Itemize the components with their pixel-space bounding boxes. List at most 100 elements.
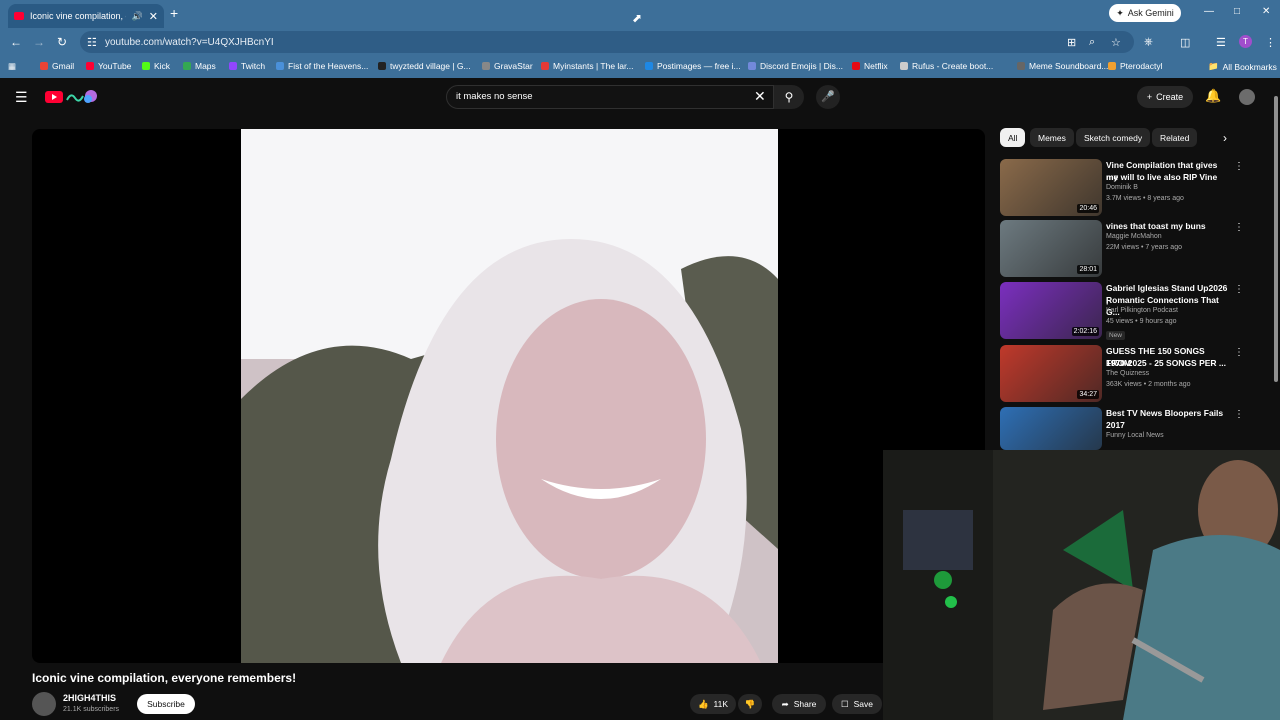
bookmark-label: Postimages — free i... [657, 61, 741, 71]
maximize-icon[interactable]: □ [1234, 6, 1240, 17]
rec-more-options-icon[interactable]: ⋮ [1234, 347, 1244, 358]
hamburger-menu-icon[interactable]: ☰ [15, 89, 28, 106]
save-button[interactable]: ☐ Save [832, 694, 882, 714]
rec-title-line2[interactable]: my will to live also RIP Vine [1106, 171, 1230, 183]
rec-duration: 20:46 [1077, 204, 1099, 213]
rec-title-line2[interactable]: Romantic Connections That G... [1106, 294, 1230, 318]
bookmark-label: Pterodactyl [1120, 61, 1163, 71]
bookmark-favicon-icon [142, 62, 150, 70]
tab-title: Iconic vine compilation, ev... [30, 11, 126, 21]
bookmark-item[interactable]: Myinstants | The lar... [541, 61, 633, 71]
rec-meta: 3.7M views • 8 years ago [1106, 195, 1184, 202]
menu-kebab-icon[interactable]: ⋮ [1265, 36, 1276, 49]
zoom-icon[interactable]: ⌕ [1089, 36, 1095, 49]
bookmark-item[interactable]: Gmail [40, 61, 74, 71]
bookmark-favicon-icon [183, 62, 191, 70]
rec-channel[interactable]: Maggie McMahon [1106, 233, 1162, 240]
search-button[interactable]: ⚲ [774, 85, 804, 109]
extensions-icon[interactable]: ⎈ [1144, 36, 1153, 49]
all-bookmarks-button[interactable]: 📁 All Bookmarks [1208, 61, 1277, 72]
ask-gemini-button[interactable]: ✦ Ask Gemini [1109, 4, 1181, 22]
youtube-account-avatar[interactable] [1239, 89, 1255, 105]
bookmark-favicon-icon [1108, 62, 1116, 70]
bookmark-item[interactable]: Netflix [852, 61, 888, 71]
bookmark-item[interactable]: Twitch [229, 61, 265, 71]
rec-channel[interactable]: Funny Local News [1106, 432, 1164, 439]
like-button[interactable]: 👍 11K [690, 694, 736, 714]
rec-thumbnail[interactable]: 20:46 [1000, 159, 1102, 216]
bookmark-label: Discord Emojis | Dis... [760, 61, 843, 71]
rec-channel[interactable]: The Quizness [1106, 370, 1149, 377]
webcam-overlay [883, 450, 1280, 720]
rec-thumbnail[interactable] [1000, 407, 1102, 450]
rec-channel[interactable]: Dominik B [1106, 184, 1138, 191]
tab-close-icon[interactable]: ✕ [149, 10, 158, 23]
new-tab-icon[interactable]: + [170, 5, 178, 21]
bookmark-star-icon[interactable]: ☆ [1111, 36, 1121, 49]
bookmark-item[interactable]: Postimages — free i... [645, 61, 741, 71]
clear-search-icon[interactable]: ✕ [754, 88, 766, 105]
bookmark-favicon-icon [852, 62, 860, 70]
url-text[interactable]: youtube.com/watch?v=U4QXJHBcnYI [105, 37, 274, 48]
rec-thumbnail[interactable]: 34:27 [1000, 345, 1102, 402]
install-icon[interactable]: ⊞ [1067, 36, 1076, 49]
profile-avatar[interactable]: T [1239, 35, 1252, 48]
bookmark-item[interactable]: Meme Soundboard... [1017, 61, 1108, 71]
chips-next-chevron-icon[interactable]: › [1223, 131, 1227, 145]
channel-avatar[interactable] [32, 692, 56, 716]
chip-all[interactable]: All [1000, 128, 1026, 147]
speaker-icon[interactable]: 🔊 [132, 11, 143, 22]
youtube-favicon-icon [14, 12, 24, 20]
bookmark-item[interactable]: Rufus - Create boot... [900, 61, 993, 71]
window-close-icon[interactable]: ✕ [1262, 6, 1270, 17]
chip-related[interactable]: Related [1152, 128, 1198, 147]
browser-tab-active[interactable]: Iconic vine compilation, ev... 🔊 ✕ [8, 4, 164, 28]
share-button[interactable]: ➦ Share [772, 694, 826, 714]
rec-title-line2[interactable]: 1970-2025 - 25 SONGS PER ... [1106, 357, 1230, 369]
youtube-logo[interactable] [45, 88, 101, 106]
rec-channel[interactable]: Karl Pilkington Podcast [1106, 307, 1178, 314]
rec-title-line1[interactable]: Best TV News Bloopers Fails [1106, 407, 1230, 419]
bookmark-favicon-icon [276, 62, 284, 70]
bookmark-item[interactable]: Pterodactyl [1108, 61, 1163, 71]
bookmark-item[interactable]: twyztedd village | G... [378, 61, 471, 71]
video-frame[interactable] [241, 129, 778, 663]
forward-icon[interactable]: → [33, 35, 45, 49]
rec-thumbnail[interactable]: 28:01 [1000, 220, 1102, 277]
dislike-button[interactable]: 👎 [738, 694, 762, 714]
subscribe-button[interactable]: Subscribe [137, 694, 195, 714]
minimize-icon[interactable]: — [1204, 6, 1214, 17]
media-control-icon[interactable]: ☰ [1216, 36, 1226, 49]
video-title: Iconic vine compilation, everyone rememb… [32, 671, 297, 685]
rec-title-line1[interactable]: vines that toast my buns [1106, 220, 1230, 232]
rec-more-options-icon[interactable]: ⋮ [1234, 284, 1244, 295]
channel-name[interactable]: 2HIGH4THIS [63, 693, 116, 703]
bookmark-item[interactable]: Maps [183, 61, 216, 71]
bookmark-item[interactable]: GravaStar [482, 61, 533, 71]
page-scrollbar[interactable] [1274, 96, 1278, 382]
create-button[interactable]: + Create [1137, 86, 1193, 108]
rec-more-options-icon[interactable]: ⋮ [1234, 222, 1244, 233]
search-query-text[interactable]: it makes no sense [456, 91, 533, 102]
rec-thumbnail[interactable]: 2:02:16 [1000, 282, 1102, 339]
chip-memes[interactable]: Memes [1030, 128, 1074, 147]
back-icon[interactable]: ← [10, 35, 22, 49]
bookmark-item[interactable]: Fist of the Heavens... [276, 61, 368, 71]
bookmark-item[interactable]: Discord Emojis | Dis... [748, 61, 843, 71]
rec-duration: 28:01 [1077, 265, 1099, 274]
voice-search-button[interactable]: 🎤 [816, 85, 840, 109]
chip-sketch-comedy[interactable]: Sketch comedy [1076, 128, 1151, 147]
bookmark-item[interactable]: YouTube [86, 61, 131, 71]
rec-title-line2[interactable]: 2017 [1106, 419, 1230, 431]
bookmark-item[interactable]: Kick [142, 61, 170, 71]
rec-more-options-icon[interactable]: ⋮ [1234, 161, 1244, 172]
apps-grid-icon[interactable]: ▦ [8, 61, 16, 72]
notifications-bell-icon[interactable]: 🔔 [1205, 88, 1221, 104]
bookmark-favicon-icon [86, 62, 94, 70]
bookmark-label: Fist of the Heavens... [288, 61, 369, 71]
reload-icon[interactable]: ↻ [57, 35, 67, 49]
sidepanel-icon[interactable]: ◫ [1180, 36, 1190, 49]
rec-meta: 45 views • 9 hours ago [1106, 318, 1177, 325]
rec-more-options-icon[interactable]: ⋮ [1234, 409, 1244, 420]
site-info-icon[interactable]: ☷ [87, 36, 97, 49]
